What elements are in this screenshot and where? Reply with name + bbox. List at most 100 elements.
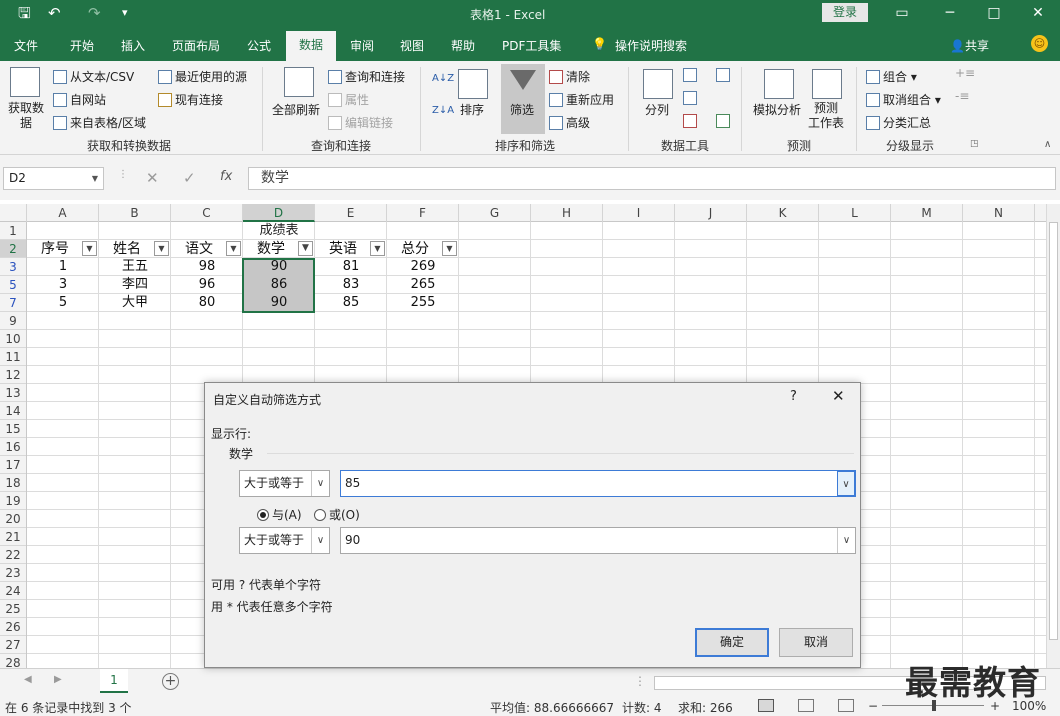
collapse-ribbon-icon[interactable]: ∧ [1044, 139, 1051, 150]
row-header[interactable]: 17 [0, 456, 26, 474]
filter-dropdown-icon[interactable]: ▼ [82, 241, 97, 256]
flash-fill-icon[interactable] [683, 68, 697, 82]
column-header[interactable]: J [675, 204, 747, 222]
column-header[interactable]: F [387, 204, 459, 222]
table-cell[interactable]: 90 [243, 258, 315, 276]
enter-entry-icon[interactable]: ✓ [183, 169, 196, 187]
manage-data-model-icon[interactable] [716, 114, 730, 128]
show-detail-icon[interactable]: +≡ [955, 66, 975, 80]
tab-split-handle[interactable]: ⋮ [634, 674, 646, 688]
restore-icon[interactable]: □ [980, 3, 1008, 23]
sheet-tab-active[interactable]: 1 [100, 669, 128, 693]
row-header-selected[interactable]: 2 [0, 240, 26, 258]
row-header[interactable]: 26 [0, 618, 26, 636]
tab-help[interactable]: 帮助 [451, 37, 475, 54]
tab-review[interactable]: 审阅 [350, 37, 374, 54]
page-layout-view-icon[interactable] [798, 699, 814, 712]
table-cell[interactable]: 265 [387, 276, 459, 294]
tab-pdf-tools[interactable]: PDF工具集 [502, 37, 561, 54]
header-cell[interactable]: 语文 [171, 240, 227, 258]
filter-button[interactable]: 筛选 [501, 64, 545, 134]
tab-insert[interactable]: 插入 [121, 37, 145, 54]
properties-button[interactable]: 属性 [328, 91, 369, 108]
customize-qa-icon[interactable]: ▾ [122, 4, 128, 22]
normal-view-icon[interactable] [758, 699, 774, 712]
recent-sources-button[interactable]: 最近使用的源 [158, 68, 247, 85]
column-header[interactable]: E [315, 204, 387, 222]
what-if-analysis-button[interactable]: 模拟分析 [753, 101, 801, 118]
ribbon-display-options-icon[interactable]: ▭ [888, 3, 916, 23]
feedback-smiley-icon[interactable]: ☺ [1031, 35, 1048, 52]
table-cell[interactable]: 269 [387, 258, 459, 276]
zoom-out-icon[interactable]: − [868, 699, 878, 713]
chevron-down-icon[interactable]: ∨ [837, 528, 855, 553]
operator-select-1[interactable]: 大于或等于 ∨ [239, 470, 330, 497]
close-icon[interactable]: ✕ [1024, 3, 1052, 23]
minimize-icon[interactable]: ─ [936, 3, 964, 23]
chevron-down-icon[interactable]: ∨ [311, 528, 329, 553]
row-header-filtered[interactable]: 5 [0, 276, 26, 294]
row-header[interactable]: 27 [0, 636, 26, 654]
row-header[interactable]: 11 [0, 348, 26, 366]
row-header[interactable]: 25 [0, 600, 26, 618]
reapply-button[interactable]: 重新应用 [549, 91, 614, 108]
row-header[interactable]: 22 [0, 546, 26, 564]
cancel-button[interactable]: 取消 [779, 628, 853, 657]
existing-connections-button[interactable]: 现有连接 [158, 91, 223, 108]
row-header[interactable]: 23 [0, 564, 26, 582]
sort-za-icon[interactable]: Z↓A [432, 105, 454, 116]
scrollbar-thumb[interactable] [1049, 222, 1058, 640]
split-columns-button[interactable]: 分列 [645, 101, 669, 118]
save-icon[interactable]: 🖫 [18, 4, 31, 22]
get-data-button[interactable]: 获取数据 [7, 101, 45, 131]
table-cell[interactable]: 96 [171, 276, 243, 294]
table-cell[interactable]: 王五 [99, 258, 171, 276]
ungroup-button[interactable]: 取消组合 ▾ [866, 91, 941, 108]
redo-icon[interactable]: ↷ [88, 4, 101, 22]
table-cell[interactable]: 255 [387, 294, 459, 312]
clear-filter-button[interactable]: 清除 [549, 68, 590, 85]
tab-home[interactable]: 开始 [70, 37, 94, 54]
operator-select-2[interactable]: 大于或等于 ∨ [239, 527, 330, 554]
login-button[interactable]: 登录 [822, 3, 868, 22]
table-cell[interactable]: 98 [171, 258, 243, 276]
table-cell[interactable]: 90 [243, 294, 315, 312]
row-header[interactable]: 9 [0, 312, 26, 330]
from-text-csv-button[interactable]: 从文本/CSV [53, 68, 134, 85]
row-header[interactable]: 16 [0, 438, 26, 456]
formula-input[interactable]: 数学 [248, 167, 1056, 190]
row-header[interactable]: 1 [0, 222, 26, 240]
prev-sheet-icon[interactable]: ◀ [24, 674, 32, 685]
table-cell[interactable]: 5 [27, 294, 99, 312]
consolidate-icon[interactable] [716, 68, 730, 82]
column-header[interactable]: N [963, 204, 1035, 222]
undo-icon[interactable]: ↶ [48, 4, 61, 22]
insert-function-icon[interactable]: fx [220, 169, 232, 184]
row-header[interactable]: 12 [0, 366, 26, 384]
ok-button[interactable]: 确定 [695, 628, 769, 657]
hide-detail-icon[interactable]: -≡ [955, 89, 969, 103]
column-header[interactable]: C [171, 204, 243, 222]
chevron-down-icon[interactable]: ▼ [92, 168, 98, 189]
tab-page-layout[interactable]: 页面布局 [172, 37, 220, 54]
row-header[interactable]: 20 [0, 510, 26, 528]
column-header[interactable]: A [27, 204, 99, 222]
tab-data[interactable]: 数据 [286, 31, 336, 61]
or-radio[interactable]: 或(O) [314, 506, 360, 523]
table-cell[interactable]: 85 [315, 294, 387, 312]
table-cell[interactable]: 83 [315, 276, 387, 294]
table-cell[interactable]: 86 [243, 276, 315, 294]
group-button[interactable]: 组合 ▾ [866, 68, 917, 85]
from-table-button[interactable]: 来自表格/区域 [53, 114, 146, 131]
row-header-filtered[interactable]: 3 [0, 258, 26, 276]
tab-view[interactable]: 视图 [400, 37, 424, 54]
filter-dropdown-icon[interactable]: ▼ [370, 241, 385, 256]
column-header[interactable]: L [819, 204, 891, 222]
select-all-corner[interactable] [0, 204, 27, 222]
header-cell[interactable]: 姓名 [99, 240, 155, 258]
row-header[interactable]: 19 [0, 492, 26, 510]
column-header[interactable]: K [747, 204, 819, 222]
edit-links-button[interactable]: 编辑链接 [328, 114, 393, 131]
table-cell[interactable]: 81 [315, 258, 387, 276]
tell-me-search[interactable]: 操作说明搜索 [615, 37, 687, 54]
